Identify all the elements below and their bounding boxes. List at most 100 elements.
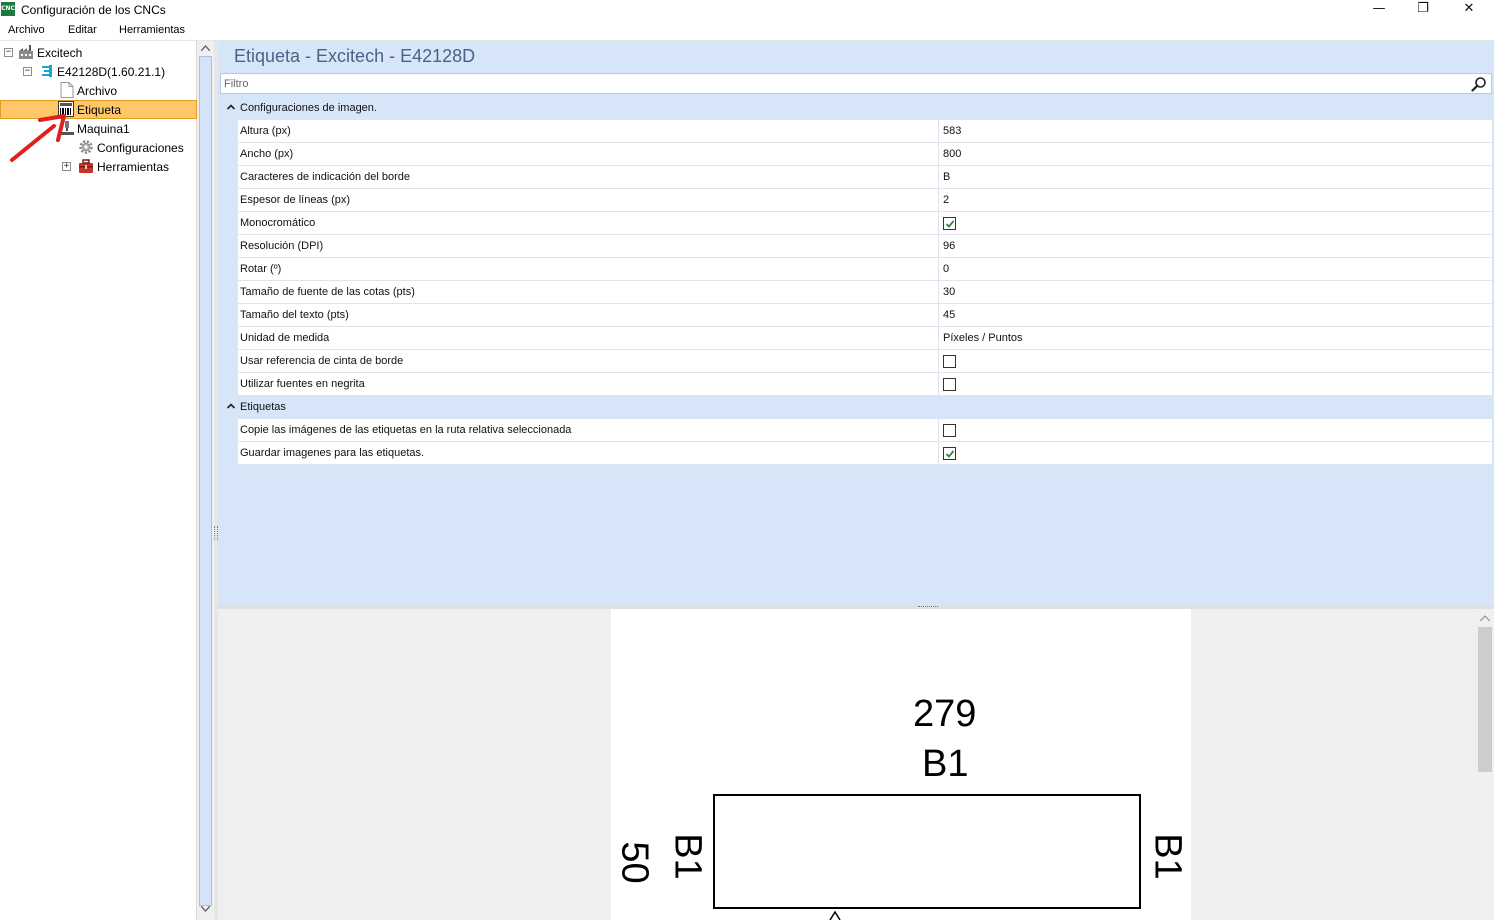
property-row[interactable]: Guardar imagenes para las etiquetas. bbox=[238, 442, 1492, 465]
property-checkbox[interactable] bbox=[943, 447, 956, 460]
label-preview: 279 B1 50 B1 B1 bbox=[218, 609, 1494, 920]
tree-panel: − Excitech − E42128D(1.60.21.1) Archivo bbox=[0, 41, 197, 920]
chevron-up-icon[interactable] bbox=[226, 401, 236, 411]
chevron-up-icon[interactable] bbox=[226, 102, 236, 112]
file-icon bbox=[60, 82, 74, 98]
property-row[interactable]: Espesor de líneas (px) 2 bbox=[238, 189, 1492, 212]
column-divider bbox=[938, 235, 939, 258]
app-icon: CNC bbox=[1, 2, 15, 16]
collapse-icon[interactable]: − bbox=[4, 48, 13, 57]
restore-button[interactable]: ❐ bbox=[1400, 0, 1446, 20]
category-label: Etiquetas bbox=[240, 401, 286, 413]
property-value[interactable]: 30 bbox=[943, 286, 955, 298]
preview-scrollbar[interactable] bbox=[1476, 609, 1494, 920]
property-name: Espesor de líneas (px) bbox=[240, 194, 351, 206]
filter-placeholder: Filtro bbox=[224, 78, 249, 90]
width-dimension: 279 bbox=[913, 693, 977, 735]
menu-archivo[interactable]: Archivo bbox=[8, 24, 45, 36]
property-value[interactable]: 96 bbox=[943, 240, 955, 252]
tree-label-configuraciones: Configuraciones bbox=[97, 141, 184, 155]
menu-editar[interactable]: Editar bbox=[68, 24, 97, 36]
column-divider bbox=[938, 442, 939, 465]
scroll-down-icon[interactable] bbox=[201, 906, 210, 912]
property-row[interactable]: Altura (px) 583 bbox=[238, 120, 1492, 143]
column-divider bbox=[938, 143, 939, 166]
window-title: Configuración de los CNCs bbox=[21, 3, 166, 17]
property-row[interactable]: Unidad de medida Píxeles / Puntos bbox=[238, 327, 1492, 350]
tree-item-archivo[interactable]: Archivo bbox=[0, 81, 197, 100]
property-name: Tamaño de fuente de las cotas (pts) bbox=[240, 286, 415, 298]
splitter-grip[interactable] bbox=[918, 606, 938, 608]
tree-label-archivo: Archivo bbox=[77, 84, 118, 98]
tree-label-device: E42128D(1.60.21.1) bbox=[57, 65, 166, 79]
property-row[interactable]: Tamaño del texto (pts) 45 bbox=[238, 304, 1492, 327]
category-label: Configuraciones de imagen. bbox=[240, 102, 377, 114]
property-panel: Etiqueta - Excitech - E42128D Filtro Con… bbox=[218, 41, 1494, 607]
tree-label-excitech: Excitech bbox=[37, 46, 83, 60]
search-icon[interactable] bbox=[1471, 76, 1487, 92]
label-canvas: 279 B1 50 B1 B1 bbox=[611, 609, 1191, 920]
scroll-up-icon[interactable] bbox=[1480, 615, 1490, 621]
property-name: Monocromático bbox=[240, 217, 316, 229]
title-bar: CNC Configuración de los CNCs — ❐ ✕ bbox=[0, 0, 1494, 20]
property-row[interactable]: Monocromático bbox=[238, 212, 1492, 235]
filter-input[interactable]: Filtro bbox=[220, 73, 1492, 94]
property-value[interactable]: 583 bbox=[943, 125, 961, 137]
tree-item-device[interactable]: − E42128D(1.60.21.1) bbox=[0, 62, 197, 81]
property-value[interactable]: 800 bbox=[943, 148, 961, 160]
column-divider bbox=[938, 281, 939, 304]
property-checkbox[interactable] bbox=[943, 217, 956, 230]
category-row[interactable]: Etiquetas bbox=[220, 396, 1492, 418]
annotation-arrow-icon bbox=[10, 114, 66, 162]
tree-scrollbar[interactable] bbox=[197, 41, 214, 920]
property-name: Copie las imágenes de las etiquetas en l… bbox=[240, 424, 572, 436]
property-name: Guardar imagenes para las etiquetas. bbox=[240, 447, 425, 459]
column-divider bbox=[938, 258, 939, 281]
column-divider bbox=[938, 189, 939, 212]
machine-logo-icon bbox=[42, 65, 52, 77]
property-value[interactable]: 2 bbox=[943, 194, 949, 206]
property-row[interactable]: Usar referencia de cinta de borde bbox=[238, 350, 1492, 373]
property-name: Unidad de medida bbox=[240, 332, 330, 344]
property-row[interactable]: Rotar (º) 0 bbox=[238, 258, 1492, 281]
column-divider bbox=[938, 212, 939, 235]
factory-icon bbox=[19, 45, 33, 59]
toolbox-icon bbox=[79, 159, 93, 173]
property-row[interactable]: Copie las imágenes de las etiquetas en l… bbox=[238, 419, 1492, 442]
category-row[interactable]: Configuraciones de imagen. bbox=[220, 97, 1492, 119]
property-row[interactable]: Caracteres de indicación del borde B bbox=[238, 166, 1492, 189]
property-name: Tamaño del texto (pts) bbox=[240, 309, 349, 321]
tree-label-etiqueta: Etiqueta bbox=[77, 103, 122, 117]
property-value[interactable]: 0 bbox=[943, 263, 949, 275]
close-button[interactable]: ✕ bbox=[1446, 0, 1492, 20]
property-checkbox[interactable] bbox=[943, 378, 956, 391]
panel-title: Etiqueta - Excitech - E42128D bbox=[234, 46, 476, 66]
column-divider bbox=[938, 166, 939, 189]
property-checkbox[interactable] bbox=[943, 355, 956, 368]
property-name: Resolución (DPI) bbox=[240, 240, 324, 252]
left-edge-label: B1 bbox=[666, 833, 709, 880]
column-divider bbox=[938, 120, 939, 143]
property-row[interactable]: Tamaño de fuente de las cotas (pts) 30 bbox=[238, 281, 1492, 304]
minimize-button[interactable]: — bbox=[1356, 0, 1402, 20]
property-value[interactable]: Píxeles / Puntos bbox=[943, 332, 1023, 344]
height-dimension: 50 bbox=[613, 841, 656, 884]
property-row[interactable]: Ancho (px) 800 bbox=[238, 143, 1492, 166]
property-value[interactable]: B bbox=[943, 171, 950, 183]
scroll-up-icon[interactable] bbox=[201, 45, 210, 51]
property-name: Caracteres de indicación del borde bbox=[240, 171, 410, 183]
property-name: Altura (px) bbox=[240, 125, 291, 137]
property-value[interactable]: 45 bbox=[943, 309, 955, 321]
menu-herramientas[interactable]: Herramientas bbox=[119, 24, 185, 36]
tree-label-herramientas: Herramientas bbox=[97, 160, 170, 174]
property-checkbox[interactable] bbox=[943, 424, 956, 437]
menu-bar: Archivo Editar Herramientas bbox=[0, 20, 1494, 41]
tree-item-excitech[interactable]: − Excitech bbox=[0, 43, 197, 62]
column-divider bbox=[938, 350, 939, 373]
collapse-icon[interactable]: − bbox=[23, 67, 32, 76]
tree-scrollbar-thumb[interactable] bbox=[199, 56, 212, 906]
property-row[interactable]: Utilizar fuentes en negrita bbox=[238, 373, 1492, 396]
bottom-marker-icon bbox=[829, 910, 841, 920]
property-row[interactable]: Resolución (DPI) 96 bbox=[238, 235, 1492, 258]
preview-scrollbar-thumb[interactable] bbox=[1478, 627, 1492, 772]
